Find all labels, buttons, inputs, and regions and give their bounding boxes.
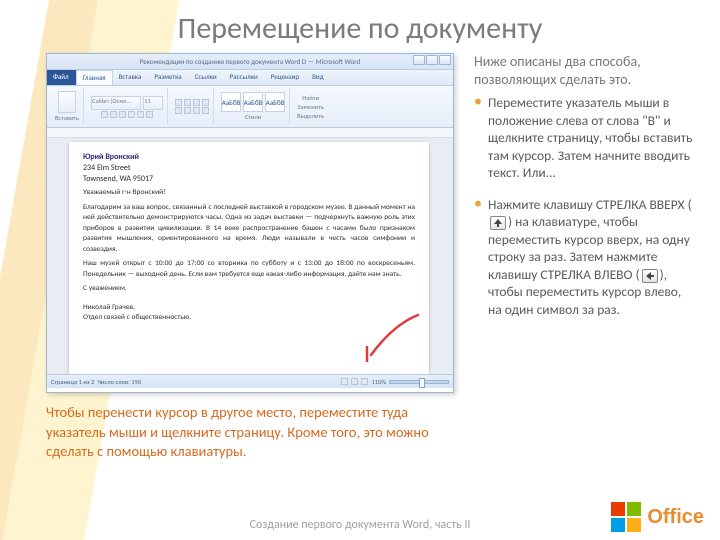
status-page: Страница 1 из 2: [51, 378, 94, 386]
ribbon-group-editing: Найти Заменить Выделить: [293, 88, 328, 125]
window-title: Рекомендации по созданию первого докумен…: [140, 57, 360, 66]
ribbon-tabs: Файл Главная Вставка Разметка Ссылки Рас…: [47, 70, 453, 86]
tab-layout[interactable]: Разметка: [148, 70, 188, 85]
font-name-combo[interactable]: Calibri (Осно...: [91, 96, 141, 110]
font-size-combo[interactable]: 11: [143, 96, 163, 110]
paste-button[interactable]: [58, 91, 76, 113]
replace-label[interactable]: Заменить: [297, 103, 323, 111]
tab-references[interactable]: Ссылки: [189, 70, 224, 85]
tab-view[interactable]: Вид: [306, 70, 331, 85]
maximize-button[interactable]: [426, 55, 438, 65]
select-label[interactable]: Выделить: [297, 112, 324, 120]
close-button[interactable]: [439, 55, 451, 65]
view-button[interactable]: [341, 378, 348, 385]
bullet-2-text-a: Нажмите клавишу СТРЕЛКА ВВЕРХ (: [488, 196, 692, 213]
minimize-button[interactable]: [413, 55, 425, 65]
office-logo: Office: [611, 502, 704, 532]
image-caption: Чтобы перенести курсор в другое место, п…: [46, 403, 454, 462]
bullet-1: Переместите указатель мыши в положение с…: [474, 94, 696, 182]
ribbon-group-clipboard: Вставить: [51, 88, 84, 125]
style-preview[interactable]: АаБбВ: [265, 92, 285, 112]
slide-title: Перемещение по документу: [0, 0, 720, 53]
arrow-up-key-icon: [490, 216, 506, 230]
doc-closing: С уважением,: [83, 284, 415, 295]
tab-file[interactable]: Файл: [47, 70, 76, 85]
view-button[interactable]: [361, 378, 368, 385]
doc-signature-1: Николай Грачев,: [83, 303, 135, 312]
tab-review[interactable]: Рецензир: [265, 70, 306, 85]
tab-home[interactable]: Главная: [76, 70, 113, 85]
styles-label: Стили: [245, 113, 261, 121]
tab-mailings[interactable]: Рассылки: [224, 70, 265, 85]
arrow-left-key-icon: [642, 269, 658, 283]
ribbon-group-paragraph: [171, 88, 214, 125]
status-words: Число слов: 190: [97, 378, 141, 386]
bullet-2: Нажмите клавишу СТРЕЛКА ВВЕРХ () на клав…: [474, 196, 696, 319]
window-titlebar: Рекомендации по созданию первого докумен…: [47, 54, 453, 70]
zoom-value: 110%: [371, 378, 386, 386]
doc-paragraph-2: Наш музей открыт с 10:00 до 17:00 со вто…: [83, 259, 415, 280]
tab-insert[interactable]: Вставка: [113, 70, 149, 85]
doc-addr2: Townsend, WA 95017: [83, 174, 153, 184]
doc-paragraph-1: Благодарим за ваш вопрос, связанный с по…: [83, 203, 415, 256]
style-preview[interactable]: АаБбВ: [221, 92, 241, 112]
view-button[interactable]: [351, 378, 358, 385]
doc-addr1: 234 Elm Street: [83, 163, 131, 173]
doc-signature-2: Отдел связей с общественностью.: [83, 313, 191, 322]
ruler: [47, 128, 453, 138]
office-logo-icon: [611, 502, 641, 532]
intro-text: Ниже описаны два способа, позволяющих сд…: [474, 53, 696, 88]
doc-greeting: Уважаемый г-н Вронский!: [83, 188, 415, 199]
find-label[interactable]: Найти: [302, 94, 319, 102]
word-window: Рекомендации по созданию первого докумен…: [46, 53, 454, 393]
ribbon-group-font: Calibri (Осно... 11: [87, 88, 168, 125]
status-bar: Страница 1 из 2 Число слов: 190 110%: [47, 374, 453, 388]
style-preview[interactable]: АаБбВ: [243, 92, 263, 112]
bullet-list: Переместите указатель мыши в положение с…: [474, 94, 696, 319]
zoom-slider[interactable]: [389, 380, 449, 384]
cursor-annotation: [363, 310, 423, 370]
ribbon-group-styles: АаБбВ АаБбВ АаБбВ Стили: [217, 88, 290, 125]
document-area[interactable]: Юрий Вронский 234 Elm Street Townsend, W…: [47, 138, 453, 374]
ribbon: Вставить Calibri (Осно... 11 АаБбВ: [47, 86, 453, 128]
paste-label: Вставить: [55, 114, 79, 122]
doc-name: Юрий Вронский: [83, 152, 139, 162]
office-logo-text: Office: [647, 506, 704, 528]
